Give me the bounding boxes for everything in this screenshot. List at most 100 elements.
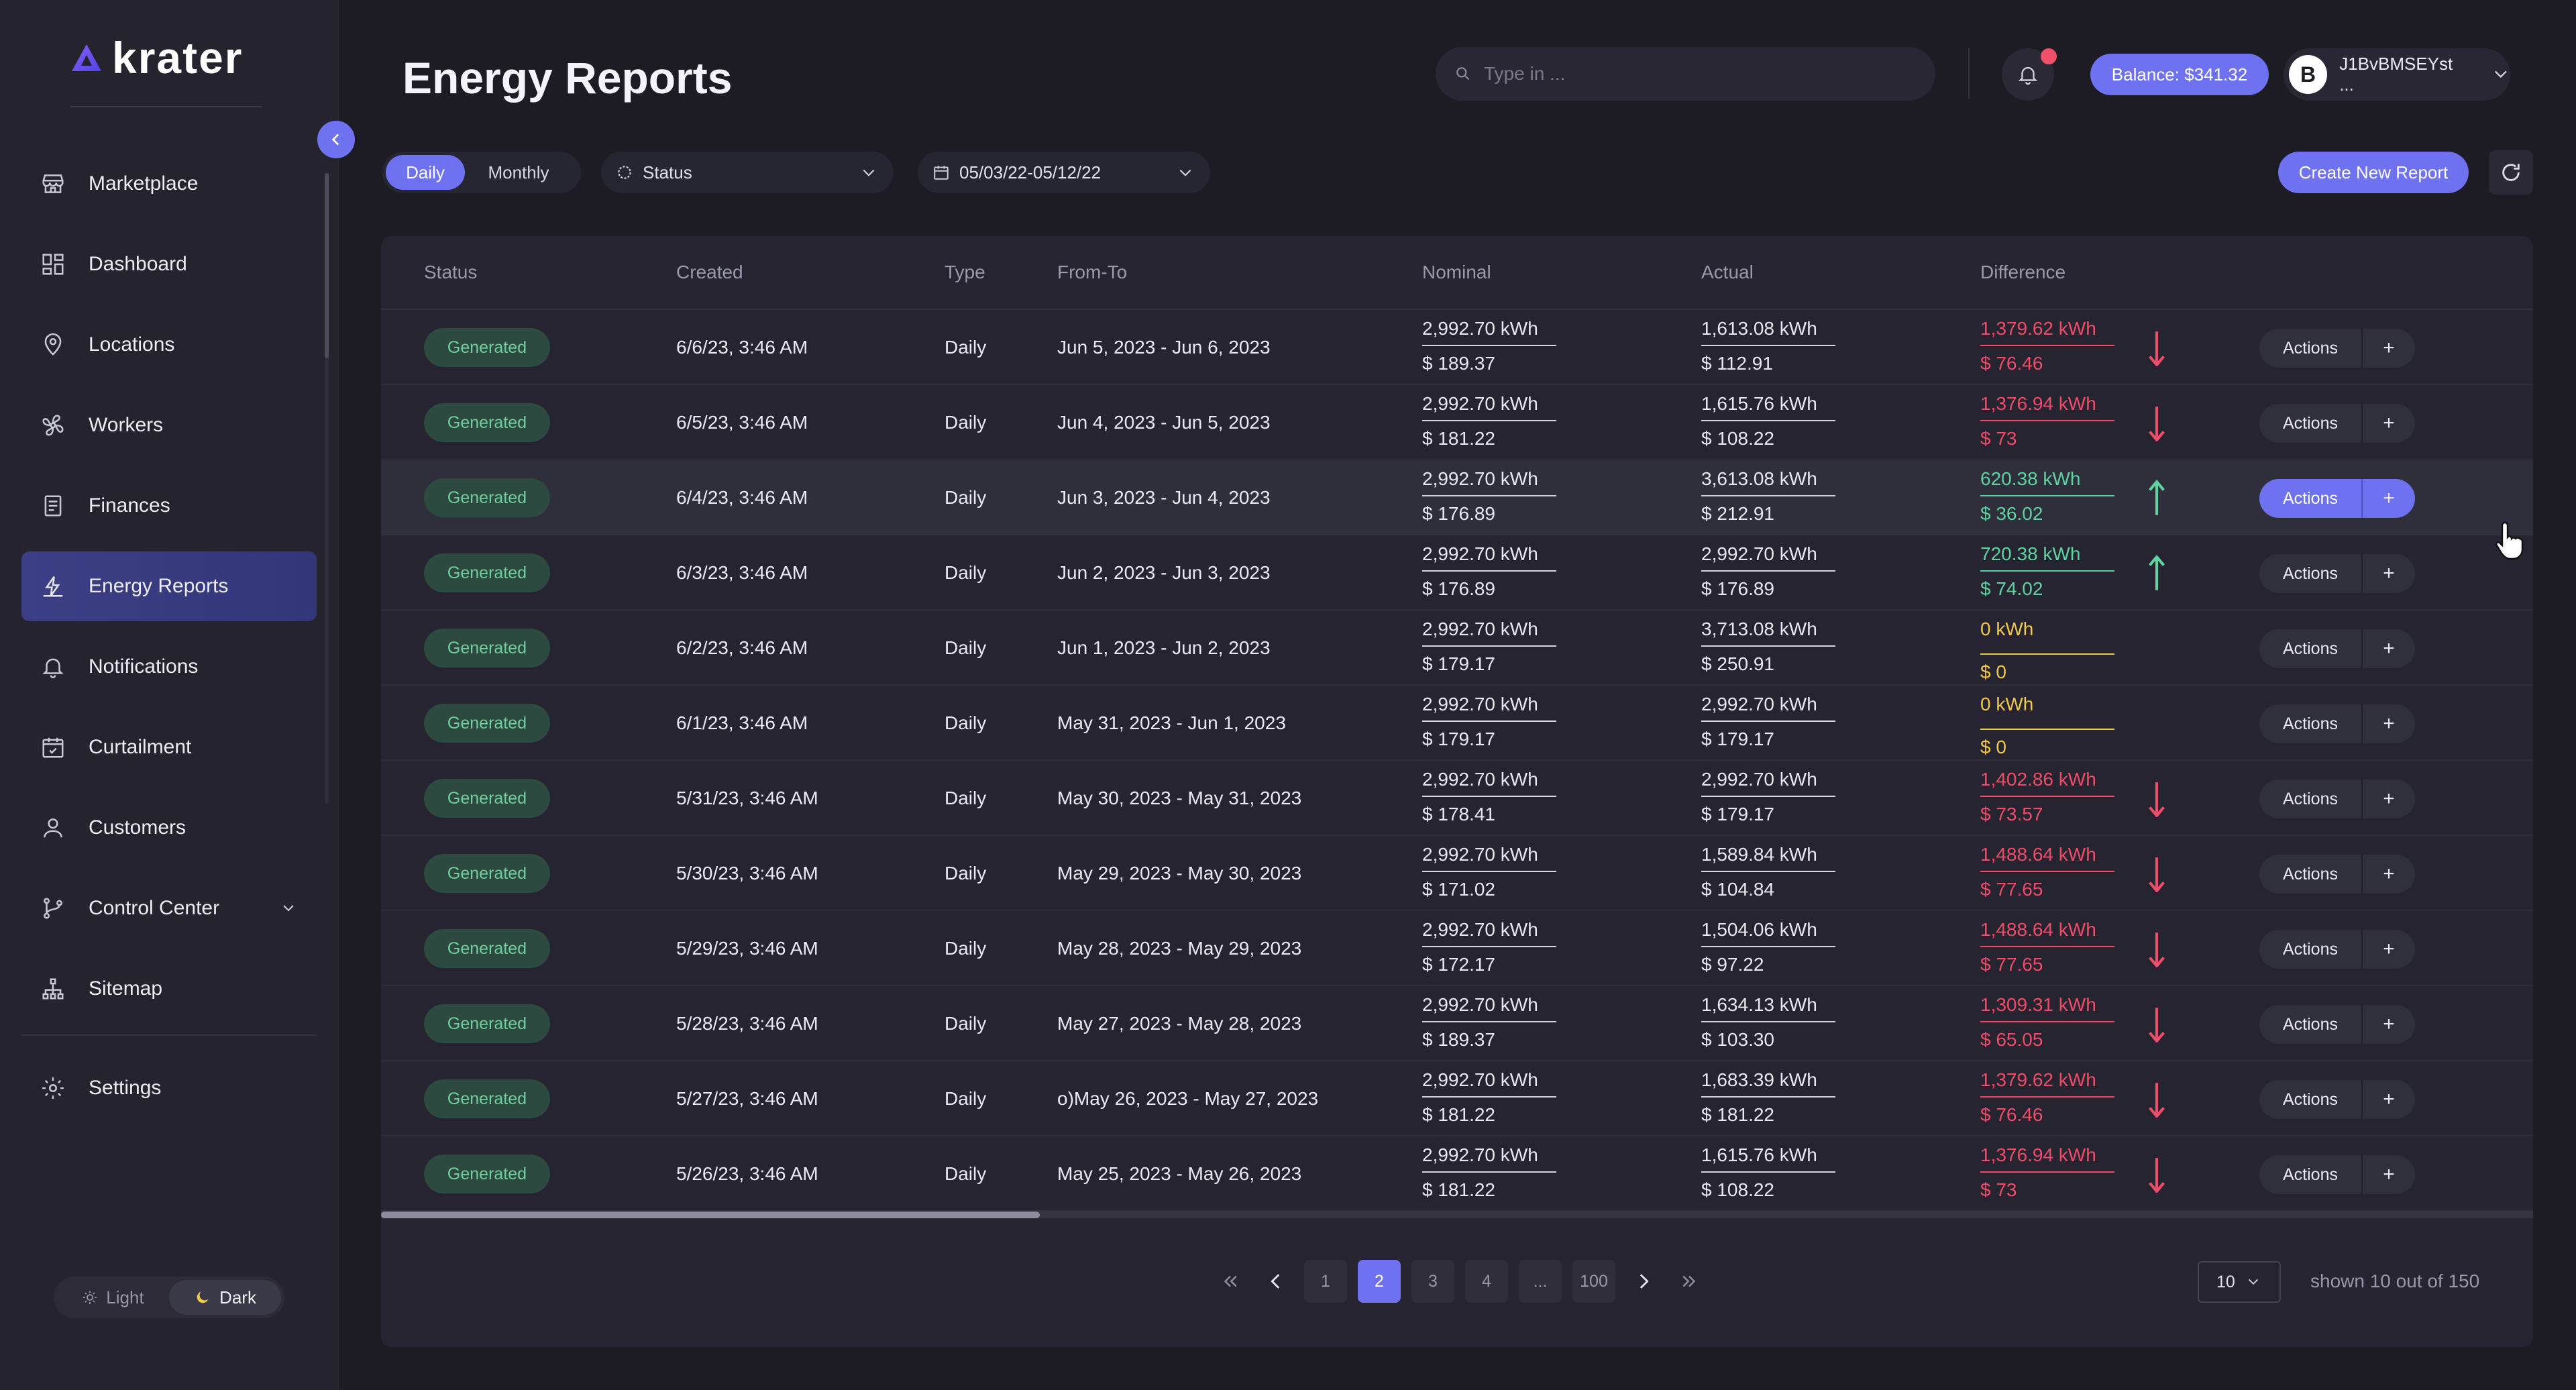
refresh-icon [2502, 164, 2520, 181]
expand-row-button[interactable]: + [2363, 637, 2415, 660]
sidebar-item-energy-reports[interactable]: Energy Reports [21, 551, 317, 621]
expand-row-button[interactable]: + [2363, 863, 2415, 886]
col-nominal[interactable]: Nominal [1422, 262, 1491, 283]
period-option-monthly[interactable]: Monthly [465, 155, 572, 190]
page-button-2[interactable]: 2 [1358, 1260, 1401, 1303]
actions-button[interactable]: Actions [2259, 1165, 2361, 1185]
table-row[interactable]: Generated 5/29/23, 3:46 AM Daily May 28,… [381, 911, 2533, 986]
prev-page-button[interactable] [1258, 1264, 1293, 1299]
search-input[interactable] [1484, 63, 1886, 85]
sidebar-item-settings[interactable]: Settings [21, 1053, 317, 1123]
theme-light-option[interactable]: Light [57, 1280, 169, 1315]
page-button-3[interactable]: 3 [1411, 1260, 1454, 1303]
actual-usd: $ 250.91 [1701, 653, 1774, 674]
create-new-report-button[interactable]: Create New Report [2278, 152, 2469, 193]
sidebar-item-sitemap[interactable]: Sitemap [21, 954, 317, 1024]
theme-dark-option[interactable]: Dark [169, 1280, 281, 1315]
sidebar-item-label: Sitemap [89, 977, 163, 1000]
sidebar-item-control-center[interactable]: Control Center [21, 873, 317, 943]
actions-button[interactable]: Actions [2259, 414, 2361, 433]
date-range-picker[interactable]: 05/03/22-05/12/22 [918, 152, 1210, 193]
difference-cell: 1,402.86 kWh $ 73.57 [1980, 769, 2114, 825]
table-row[interactable]: Generated 6/3/23, 3:46 AM Daily Jun 2, 2… [381, 535, 2533, 610]
next-page-button[interactable] [1626, 1264, 1661, 1299]
created-cell: 5/30/23, 3:46 AM [676, 863, 818, 884]
sidebar-item-dashboard[interactable]: Dashboard [21, 229, 317, 299]
table-row[interactable]: Generated 5/28/23, 3:46 AM Daily May 27,… [381, 986, 2533, 1061]
sidebar-item-finances[interactable]: Finances [21, 471, 317, 541]
sidebar-scrollbar-thumb[interactable] [325, 173, 329, 358]
expand-row-button[interactable]: + [2363, 938, 2415, 961]
first-page-button[interactable] [1213, 1264, 1248, 1299]
col-from-to[interactable]: From-To [1057, 262, 1127, 283]
period-option-daily[interactable]: Daily [386, 155, 465, 190]
account-menu[interactable]: B J1BvBMSEYst ... [2284, 48, 2510, 101]
sidebar-item-workers[interactable]: Workers [21, 390, 317, 460]
collapse-sidebar-button[interactable] [317, 121, 355, 158]
difference-kwh: 1,402.86 kWh [1980, 769, 2114, 797]
arrow-up-icon [2149, 555, 2165, 590]
table-row[interactable]: Generated 5/30/23, 3:46 AM Daily May 29,… [381, 836, 2533, 911]
table-row[interactable]: Generated 5/31/23, 3:46 AM Daily May 30,… [381, 761, 2533, 836]
table-row[interactable]: Generated 6/5/23, 3:46 AM Daily Jun 4, 2… [381, 385, 2533, 460]
sidebar-item-label: Curtailment [89, 736, 192, 758]
actions-button[interactable]: Actions [2259, 489, 2361, 509]
col-actual[interactable]: Actual [1701, 262, 1754, 283]
search-bar[interactable] [1436, 47, 1935, 101]
table-row[interactable]: Generated 6/6/23, 3:46 AM Daily Jun 5, 2… [381, 310, 2533, 385]
status-badge: Generated [424, 704, 550, 743]
table-row[interactable]: Generated 6/1/23, 3:46 AM Daily May 31, … [381, 686, 2533, 761]
nominal-cell: 2,992.70 kWh $ 189.37 [1422, 318, 1556, 374]
sidebar-item-marketplace[interactable]: Marketplace [21, 149, 317, 219]
expand-row-button[interactable]: + [2363, 337, 2415, 360]
actions-button[interactable]: Actions [2259, 865, 2361, 884]
col-created[interactable]: Created [676, 262, 743, 283]
expand-row-button[interactable]: + [2363, 712, 2415, 735]
expand-row-button[interactable]: + [2363, 1088, 2415, 1111]
expand-row-button[interactable]: + [2363, 412, 2415, 435]
sidebar-item-locations[interactable]: Locations [21, 310, 317, 380]
actions-button[interactable]: Actions [2259, 564, 2361, 584]
page-ellipsis[interactable]: ... [1519, 1260, 1562, 1303]
last-page-button[interactable] [1672, 1264, 1707, 1299]
actions-button[interactable]: Actions [2259, 714, 2361, 734]
table-row[interactable]: Generated 6/4/23, 3:46 AM Daily Jun 3, 2… [381, 460, 2533, 535]
table-row[interactable]: Generated 5/26/23, 3:46 AM Daily May 25,… [381, 1136, 2533, 1212]
expand-row-button[interactable]: + [2363, 1163, 2415, 1186]
chevron-down-icon[interactable] [280, 900, 297, 916]
table-scrollbar-thumb[interactable] [381, 1212, 1040, 1218]
page-button-4[interactable]: 4 [1465, 1260, 1508, 1303]
sidebar-item-curtailment[interactable]: Curtailment [21, 712, 317, 782]
table-row[interactable]: Generated 5/27/23, 3:46 AM Daily o)May 2… [381, 1061, 2533, 1136]
nominal-cell: 2,992.70 kWh $ 176.89 [1422, 468, 1556, 525]
actual-cell: 2,992.70 kWh $ 179.17 [1701, 769, 1835, 825]
col-type[interactable]: Type [945, 262, 985, 283]
expand-row-button[interactable]: + [2363, 487, 2415, 510]
nominal-cell: 2,992.70 kWh $ 176.89 [1422, 543, 1556, 600]
actions-button[interactable]: Actions [2259, 790, 2361, 809]
actions-button[interactable]: Actions [2259, 1015, 2361, 1034]
actual-usd: $ 97.22 [1701, 954, 1764, 975]
refresh-button[interactable] [2489, 150, 2533, 195]
page-size-select[interactable]: 10 [2198, 1261, 2281, 1303]
status-dropdown[interactable]: Status [601, 152, 894, 193]
page-button-100[interactable]: 100 [1572, 1260, 1615, 1303]
actions-button[interactable]: Actions [2259, 339, 2361, 358]
sidebar-item-notifications[interactable]: Notifications [21, 632, 317, 702]
page-button-1[interactable]: 1 [1304, 1260, 1347, 1303]
difference-kwh: 1,488.64 kWh [1980, 844, 2114, 872]
expand-row-button[interactable]: + [2363, 562, 2415, 585]
balance-button[interactable]: Balance: $341.32 [2090, 54, 2269, 95]
actions-button[interactable]: Actions [2259, 1090, 2361, 1110]
sidebar-item-customers[interactable]: Customers [21, 793, 317, 863]
actions-button[interactable]: Actions [2259, 639, 2361, 659]
type-cell: Daily [945, 863, 987, 884]
actions-button[interactable]: Actions [2259, 940, 2361, 959]
expand-row-button[interactable]: + [2363, 1013, 2415, 1036]
col-difference[interactable]: Difference [1980, 262, 2065, 283]
logo[interactable]: krater [70, 32, 243, 83]
expand-row-button[interactable]: + [2363, 788, 2415, 810]
created-cell: 6/6/23, 3:46 AM [676, 337, 808, 358]
table-row[interactable]: Generated 6/2/23, 3:46 AM Daily Jun 1, 2… [381, 610, 2533, 686]
col-status[interactable]: Status [424, 262, 477, 283]
